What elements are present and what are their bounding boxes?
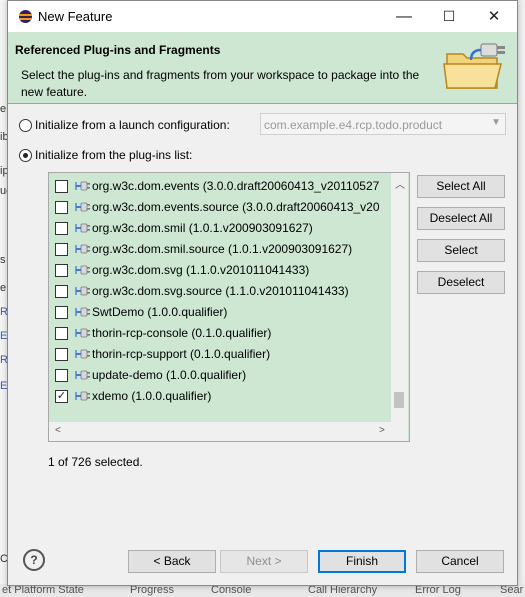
plugin-row[interactable]: update-demo (1.0.0.qualifier) (49, 365, 391, 386)
plugin-label: thorin-rcp-console (0.1.0.qualifier) (92, 326, 272, 340)
plugin-list-label[interactable]: Initialize from the plug-ins list: (35, 148, 192, 162)
plugin-row[interactable]: SwtDemo (1.0.0.qualifier) (49, 302, 391, 323)
plugin-icon (75, 391, 90, 401)
plugin-row[interactable]: org.w3c.dom.svg (1.1.0.v201011041433) (49, 260, 391, 281)
plugin-row[interactable]: thorin-rcp-console (0.1.0.qualifier) (49, 323, 391, 344)
plugin-checkbox[interactable] (55, 243, 68, 256)
plugin-label: org.w3c.dom.smil (1.0.1.v200903091627) (92, 221, 313, 235)
plugin-icon (75, 202, 90, 212)
plugin-icon (75, 307, 90, 317)
selection-status: 1 of 726 selected. (48, 455, 143, 469)
plugin-list[interactable]: org.w3c.dom.events (3.0.0.draft20060413_… (48, 172, 410, 442)
page-description: Select the plug-ins and fragments from y… (21, 68, 420, 99)
plugin-row[interactable]: org.w3c.dom.smil (1.0.1.v200903091627) (49, 218, 391, 239)
chevron-down-icon: ▼ (491, 117, 501, 128)
plugin-row[interactable]: org.w3c.dom.smil.source (1.0.1.v20090309… (49, 239, 391, 260)
select-all-button[interactable]: Select All (417, 175, 505, 198)
wizard-banner: Referenced Plug-ins and Fragments Select… (8, 32, 517, 103)
banner-separator (8, 103, 517, 104)
new-feature-dialog: New Feature — ☐ ✕ Referenced Plug-ins an… (7, 0, 518, 586)
back-button[interactable]: < Back (128, 550, 216, 573)
scroll-left-icon[interactable]: < (55, 425, 61, 436)
vertical-scrollbar[interactable]: ︿ (391, 173, 408, 422)
plugin-icon (75, 370, 90, 380)
launch-config-label[interactable]: Initialize from a launch configuration: (35, 118, 230, 132)
folder-plug-icon (443, 43, 505, 89)
plugin-checkbox[interactable] (55, 222, 68, 235)
plugin-label: org.w3c.dom.smil.source (1.0.1.v20090309… (92, 242, 353, 256)
horizontal-scrollbar[interactable]: < > (49, 422, 391, 441)
plugin-row[interactable]: org.w3c.dom.events.source (3.0.0.draft20… (49, 197, 391, 218)
maximize-button[interactable]: ☐ (426, 1, 472, 32)
scroll-right-icon[interactable]: > (379, 425, 385, 436)
plugin-row[interactable]: org.w3c.dom.svg.source (1.1.0.v201011041… (49, 281, 391, 302)
select-button[interactable]: Select (417, 239, 505, 262)
plugin-label: update-demo (1.0.0.qualifier) (92, 368, 247, 382)
next-button: Next > (220, 550, 308, 573)
minimize-button[interactable]: — (381, 1, 427, 32)
plugin-icon (75, 328, 90, 338)
title-bar: New Feature — ☐ ✕ (8, 1, 517, 32)
launch-config-combo[interactable]: com.example.e4.rcp.todo.product ▼ (260, 113, 506, 135)
plugin-icon (75, 286, 90, 296)
launch-config-value: com.example.e4.rcp.todo.product (264, 118, 443, 132)
plugin-icon (75, 349, 90, 359)
finish-button[interactable]: Finish (318, 550, 406, 573)
eclipse-icon (19, 10, 32, 23)
plugin-checkbox[interactable] (55, 201, 68, 214)
plugin-label: org.w3c.dom.events (3.0.0.draft20060413_… (92, 179, 380, 193)
plugin-icon (75, 223, 90, 233)
scrollbar-thumb[interactable] (394, 392, 404, 408)
window-title: New Feature (38, 9, 113, 24)
plugin-checkbox[interactable] (55, 369, 68, 382)
cancel-button[interactable]: Cancel (416, 550, 504, 573)
plugin-row[interactable]: thorin-rcp-support (0.1.0.qualifier) (49, 344, 391, 365)
plugin-checkbox[interactable] (55, 180, 68, 193)
plugin-row[interactable]: ✓ xdemo (1.0.0.qualifier) (49, 386, 391, 407)
plugin-checkbox[interactable] (55, 327, 68, 340)
close-button[interactable]: ✕ (471, 1, 517, 32)
help-icon[interactable]: ? (23, 549, 45, 571)
deselect-button[interactable]: Deselect (417, 271, 505, 294)
launch-config-radio[interactable] (19, 119, 32, 132)
scrollbar-corner (391, 422, 408, 441)
scroll-up-icon[interactable]: ︿ (395, 176, 405, 191)
plugin-label: org.w3c.dom.svg.source (1.1.0.v201011041… (92, 284, 349, 298)
plugin-icon (75, 265, 90, 275)
plugin-icon (75, 181, 90, 191)
plugin-checkbox[interactable] (55, 264, 68, 277)
plugin-label: thorin-rcp-support (0.1.0.qualifier) (92, 347, 271, 361)
plugin-label: org.w3c.dom.events.source (3.0.0.draft20… (92, 200, 380, 214)
plugin-checkbox[interactable] (55, 285, 68, 298)
plugin-checkbox[interactable] (55, 348, 68, 361)
plugin-label: xdemo (1.0.0.qualifier) (92, 389, 212, 403)
plugin-list-radio[interactable] (19, 149, 32, 162)
plugin-checkbox[interactable] (55, 306, 68, 319)
page-title: Referenced Plug-ins and Fragments (15, 43, 221, 57)
plugin-checkbox[interactable]: ✓ (55, 390, 68, 403)
deselect-all-button[interactable]: Deselect All (417, 207, 505, 230)
plugin-row[interactable]: org.w3c.dom.events (3.0.0.draft20060413_… (49, 176, 391, 197)
plugin-label: SwtDemo (1.0.0.qualifier) (92, 305, 228, 319)
plugin-icon (75, 244, 90, 254)
plugin-label: org.w3c.dom.svg (1.1.0.v201011041433) (92, 263, 310, 277)
